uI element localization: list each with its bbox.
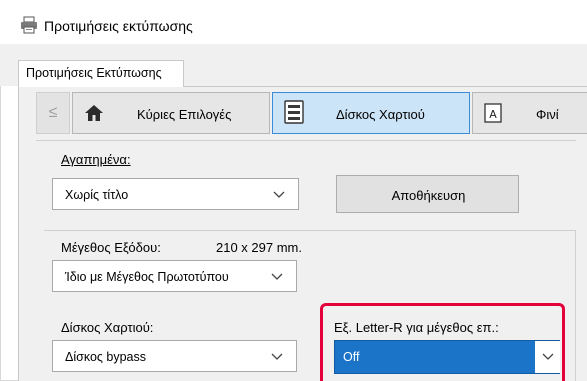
output-size-dropdown[interactable]: Ίδιο με Μέγεθος Πρωτοτύπου: [52, 260, 297, 292]
svg-text:A: A: [489, 108, 497, 121]
save-button-label: Αποθήκευση: [391, 188, 466, 203]
paper-tray-value: Δίσκος bypass: [65, 350, 146, 364]
finishing-icon: A: [484, 103, 502, 123]
chevron-down-icon: [273, 191, 285, 198]
nav-separator: [36, 140, 576, 141]
favorites-dropdown[interactable]: Χωρίς τίτλο: [52, 178, 299, 210]
paper-tray-dropdown[interactable]: Δίσκος bypass: [52, 340, 297, 372]
nav-back-button[interactable]: ≤: [36, 92, 70, 134]
printer-icon: [21, 16, 37, 34]
chevron-down-icon: [542, 353, 554, 360]
nav-main-options-label: Κύριες Επιλογές: [137, 107, 232, 122]
letter-r-value: Off: [343, 350, 360, 364]
output-size-value: Ίδιο με Μέγεθος Πρωτοτύπου: [65, 270, 229, 284]
chevron-down-icon: [271, 353, 283, 360]
nav-paper-tray-label: Δίσκος Χαρτιού: [336, 107, 425, 122]
paper-tray-label: Δίσκος Χαρτιού:: [61, 320, 154, 335]
paper-tray-icon: [284, 100, 304, 124]
save-button[interactable]: Αποθήκευση: [336, 175, 519, 213]
letter-r-label: Εξ. Letter-R για μέγεθος επ.:: [334, 320, 499, 335]
nav-finishing-label: Φινί: [536, 107, 559, 122]
tab-printing-preferences-label: Προτιμήσεις Εκτύπωσης: [26, 66, 162, 80]
output-size-label: Μέγεθος Εξόδου:: [61, 240, 161, 255]
home-icon: [85, 105, 103, 121]
favorites-value: Χωρίς τίτλο: [65, 188, 129, 202]
favorites-label: Αγαπημένα:: [61, 152, 131, 167]
output-size-dimensions: 210 x 297 mm.: [216, 240, 302, 255]
window-title: Προτιμήσεις εκτύπωσης: [44, 18, 193, 34]
letter-r-dropdown[interactable]: Off: [334, 340, 560, 374]
chevron-down-icon: [271, 273, 283, 280]
